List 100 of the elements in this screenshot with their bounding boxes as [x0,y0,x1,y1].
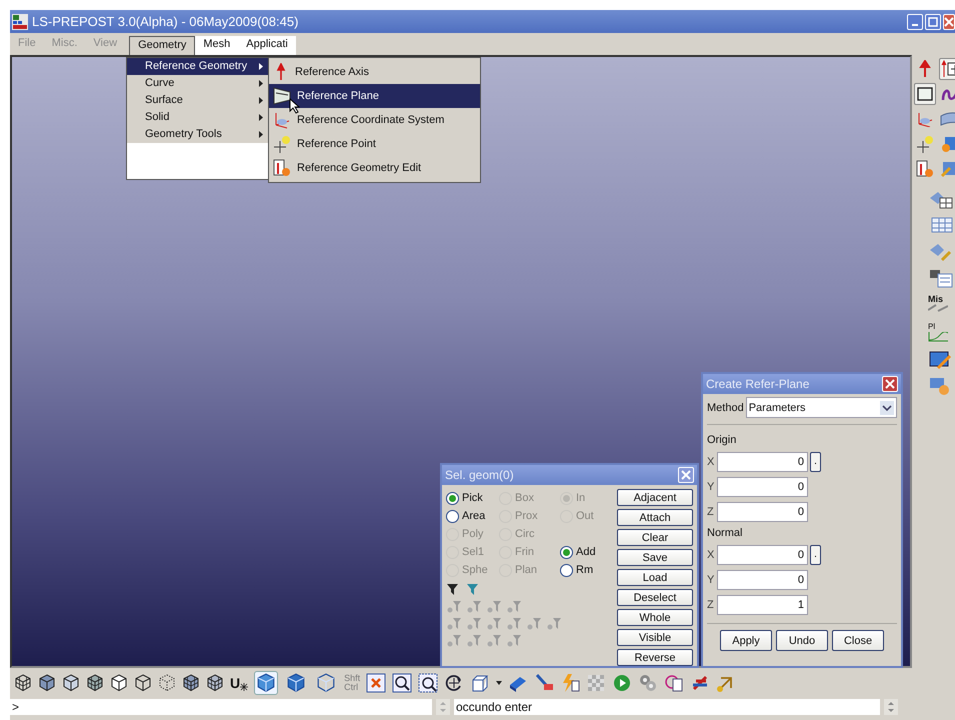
menu-item[interactable]: Reference Geometry Edit [297,162,422,174]
edit-geometry-icon [273,159,291,177]
menu-item[interactable]: Curve [127,75,269,92]
axis-label: Z [707,506,715,518]
section-label: Origin [707,433,738,448]
list-icon[interactable] [928,268,954,288]
pick-button[interactable]: . [810,544,821,564]
axis-label: Z [707,598,715,610]
wrench-icon[interactable] [940,160,955,178]
menu-item[interactable]: Reference Axis [295,66,369,78]
pick-button[interactable]: . [810,452,821,472]
shaded-cube-icon[interactable] [38,674,56,692]
dialog-button[interactable]: Adjacent [617,489,693,506]
point-icon[interactable] [916,135,934,153]
cube-icon [256,672,276,692]
message-field: occundo enter [454,699,880,715]
dialog-button[interactable]: Whole [617,609,693,626]
modifier-key-label: Ctrl [344,682,360,692]
submenu-arrow-icon [259,63,263,70]
close-button[interactable] [678,467,694,483]
menu-item[interactable]: Reference Point [297,138,376,150]
dialog-button[interactable]: Apply [720,630,772,651]
axis-label: Y [707,574,715,586]
number-field[interactable]: 0 [717,570,808,590]
dialog-title: Create Refer-Plane [706,377,810,391]
number-field[interactable]: 1 [717,594,808,614]
dialog-title: Sel. geom(0) [445,468,514,482]
mesh-tool-icon[interactable] [928,190,954,210]
menu-item[interactable]: Reference Geometry [127,58,269,75]
close-icon [681,470,691,480]
dialog-button[interactable]: Attach [617,509,693,526]
dialog-button[interactable]: Close [832,630,884,651]
close-button[interactable] [882,376,898,392]
menu-item[interactable]: Geometry Tools [127,126,269,143]
mesh-cube-icon[interactable] [206,674,224,692]
minimize-button[interactable] [907,14,923,30]
cube-icon [316,672,336,692]
dotted-cube-icon[interactable] [158,674,176,692]
radio-option[interactable]: Add [560,543,604,561]
view-cube-icon[interactable] [470,672,490,692]
maximize-icon [928,16,938,26]
wireframe-cube-icon[interactable] [14,674,32,692]
number-field[interactable]: 0 [717,476,808,496]
dialog-button[interactable]: Undo [776,630,828,651]
method-dropdown[interactable]: Parameters [746,397,897,418]
command-input-field[interactable]: > [10,699,432,715]
menu-item[interactable]: Applicati [238,36,296,55]
dialog-button[interactable]: Load [617,569,693,586]
axis-label: X [707,456,715,468]
fit-view-icon[interactable] [366,672,386,692]
radio-option[interactable]: Pick [446,489,497,507]
method-label: Method [707,402,744,414]
scroll-arrows-icon[interactable] [884,699,898,715]
dialog-button[interactable]: Save [617,549,693,566]
shaded-cube-icon[interactable] [62,674,80,692]
axis-label: X [707,548,715,560]
number-field[interactable]: 0 [717,544,808,564]
coordinate-system-icon[interactable] [916,111,934,127]
point-icon [273,135,291,153]
outline-cube-icon[interactable] [134,674,152,692]
submenu-arrow-icon [259,114,263,121]
toolbar-caption[interactable]: Pl [928,322,936,332]
dialog-button[interactable]: Reverse [617,649,693,666]
menu-item[interactable]: Reference Coordinate System [297,114,444,126]
submenu-arrow-icon [259,97,263,104]
toolbar-caption[interactable]: Mis [928,294,944,304]
window-title: LS-PREPOST 3.0(Alpha) - 06May2009(08:45) [32,14,300,29]
mesh-cube-icon[interactable] [182,674,200,692]
edit-geometry-icon[interactable] [916,160,934,178]
minimize-icon [912,24,918,26]
mesh-cube-icon[interactable] [86,674,104,692]
radio-option[interactable]: Area [446,507,497,525]
arrow-icon[interactable] [917,60,933,78]
zoom-box-icon[interactable] [418,672,438,692]
plane-icon [273,87,291,105]
number-field[interactable]: 0 [717,452,808,472]
maximize-button[interactable] [925,14,941,30]
dialog-button[interactable]: Deselect [617,589,693,606]
menu-item[interactable]: Solid [127,109,269,126]
menu-item[interactable]: Reference Plane [297,90,379,102]
plane-icon[interactable] [916,86,934,102]
surface-icon[interactable] [940,111,955,127]
caret-icon[interactable] [496,680,502,684]
cube-icon [286,672,306,692]
dialog-button[interactable]: Clear [617,529,693,546]
dialog-button[interactable]: Visible [617,629,693,646]
close-button[interactable] [943,14,955,30]
monitor-icon[interactable] [928,350,954,370]
solid-icon[interactable] [940,135,955,153]
plane-plus-icon[interactable] [941,60,955,78]
app-logo-icon [12,14,28,30]
zoom-icon[interactable] [392,672,412,692]
radio-option[interactable]: Rm [560,561,604,579]
menu-item[interactable]: Geometry [129,36,196,55]
outline-cube-icon[interactable] [110,674,128,692]
menu-item[interactable]: Mesh [195,36,238,55]
render-mode-button[interactable] [254,670,278,694]
number-field[interactable]: 0 [717,502,808,522]
u-symbol-button[interactable]: U [230,674,248,690]
menu-item[interactable]: Surface [127,92,269,109]
